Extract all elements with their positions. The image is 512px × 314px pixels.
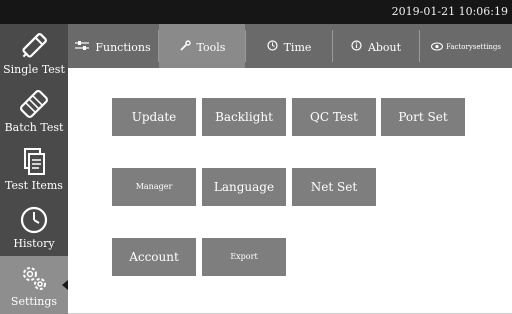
sidebar-item-label: History: [13, 237, 55, 250]
qc-test-button[interactable]: QC Test: [292, 98, 376, 136]
port-set-button[interactable]: Port Set: [381, 98, 465, 136]
tab-about[interactable]: About: [333, 24, 419, 68]
tab-label: About: [367, 40, 402, 54]
documents-icon: [0, 146, 68, 178]
sidebar-item-label: Settings: [10, 295, 58, 308]
tab-label: Functions: [95, 40, 151, 54]
sidebar-item-settings[interactable]: Settings: [0, 256, 68, 314]
sidebar: Single Test Batch Test Test Items Histor…: [0, 24, 68, 314]
sidebar-item-label: Test Items: [5, 179, 63, 192]
sidebar-item-history[interactable]: History: [0, 198, 68, 256]
tab-label: Factorysettings: [446, 43, 501, 51]
language-button[interactable]: Language: [202, 168, 286, 206]
info-icon: [351, 40, 362, 54]
eye-icon: [430, 41, 444, 54]
sidebar-item-batch-test[interactable]: Batch Test: [0, 82, 68, 140]
manager-button[interactable]: Manager: [112, 168, 196, 206]
tab-factorysettings[interactable]: Factorysettings: [420, 24, 512, 68]
gears-icon: [0, 262, 68, 294]
test-strip-icon: [0, 88, 68, 120]
tab-label: Tools: [196, 41, 226, 54]
tab-time[interactable]: Time: [246, 24, 332, 68]
tab-label: Time: [283, 40, 312, 54]
net-set-button[interactable]: Net Set: [292, 168, 376, 206]
tab-bar: Functions Tools Time About Factorysettin…: [68, 24, 512, 68]
sidebar-item-test-items[interactable]: Test Items: [0, 140, 68, 198]
app-window: 2019-01-21 10:06:19 Single Test Batch Te…: [0, 0, 512, 314]
datetime-display: 2019-01-21 10:06:19: [391, 5, 508, 18]
sliders-icon: [75, 40, 90, 54]
sidebar-item-label: Batch Test: [4, 121, 64, 134]
active-indicator: [62, 280, 68, 290]
wrench-icon: [179, 40, 191, 55]
update-button[interactable]: Update: [112, 98, 196, 136]
syringe-icon: [0, 30, 68, 62]
clock-icon: [0, 204, 68, 236]
tab-tools[interactable]: Tools: [159, 24, 245, 68]
account-button[interactable]: Account: [112, 238, 196, 276]
status-bar: 2019-01-21 10:06:19: [0, 0, 512, 24]
sidebar-item-single-test[interactable]: Single Test: [0, 24, 68, 82]
tab-functions[interactable]: Functions: [68, 24, 158, 68]
sidebar-item-label: Single Test: [3, 63, 65, 76]
export-button[interactable]: Export: [202, 238, 286, 276]
backlight-button[interactable]: Backlight: [202, 98, 286, 136]
clock-icon: [266, 40, 278, 54]
